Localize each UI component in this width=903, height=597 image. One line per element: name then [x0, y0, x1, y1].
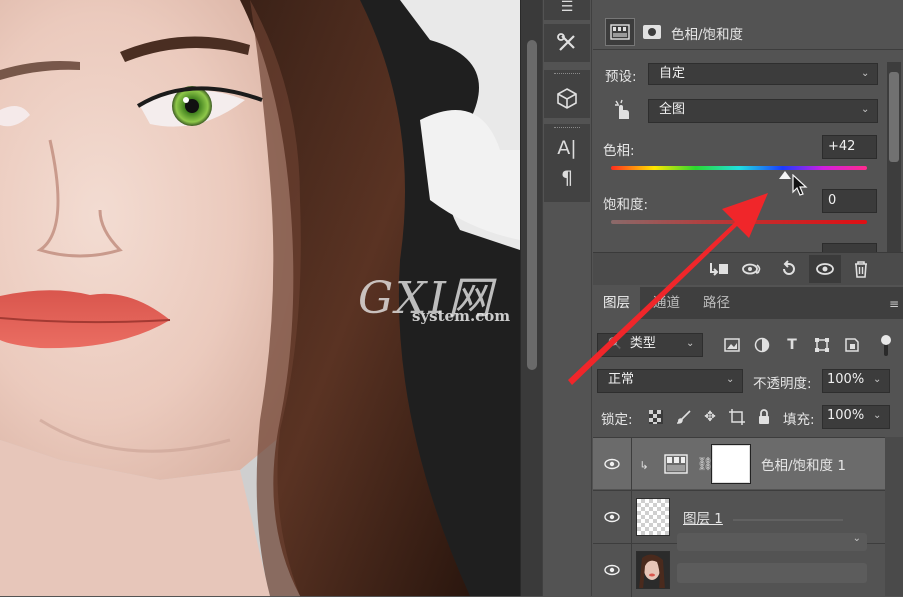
filter-kind-value: 类型	[629, 336, 656, 351]
properties-footer	[593, 252, 903, 285]
reset-icon[interactable]	[773, 255, 805, 283]
clip-to-layer-icon[interactable]	[703, 255, 735, 283]
panel-menu-icon[interactable]: ≡	[889, 297, 899, 311]
saturation-label: 饱和度:	[603, 197, 649, 213]
saturation-value-field[interactable]: 0	[822, 189, 877, 213]
type-filter-icon[interactable]: T	[781, 334, 803, 356]
hue-slider-track[interactable]	[611, 166, 867, 170]
opacity-value: 100%	[827, 372, 865, 387]
chevron-down-icon: ⌄	[873, 410, 882, 421]
filter-kind-dropdown[interactable]: 🔍 类型 ⌄	[597, 333, 703, 357]
chevron-down-icon: ⌄	[861, 68, 870, 79]
fill-value: 100%	[827, 408, 865, 423]
opacity-field[interactable]: 100% ⌄	[822, 369, 890, 393]
search-icon: 🔍	[608, 337, 622, 350]
fill-label: 填充:	[783, 412, 815, 428]
layers-panel: 图层 通道 路径 ≡ 🔍 类型 ⌄ T 正常 ⌄ 不透明度: 100% ⌄ 锁定…	[593, 287, 903, 597]
layer-name[interactable]: 色相/饱和度 1	[761, 454, 846, 474]
chevron-down-icon: ⌄	[686, 338, 695, 349]
lock-label: 锁定:	[601, 412, 633, 428]
layer-mask-thumbnail[interactable]	[711, 444, 751, 484]
photo-thumbnail	[636, 551, 670, 589]
toolgroup-top: ☰	[544, 0, 590, 20]
channel-dropdown[interactable]: 全图 ⌄	[648, 99, 878, 123]
lock-all-icon[interactable]	[753, 406, 775, 428]
hue-slider-handle[interactable]	[779, 170, 792, 180]
crossed-tools-icon[interactable]	[544, 24, 590, 62]
preset-dropdown[interactable]: 自定 ⌄	[648, 63, 878, 85]
layer-filter-row: 🔍 类型 ⌄ T	[593, 331, 903, 359]
canvas-vertical-scrollbar[interactable]	[520, 0, 542, 596]
lock-row: 锁定: ✥ 填充: 100% ⌄	[593, 403, 903, 431]
chevron-down-icon: ⌄	[852, 533, 861, 544]
blend-row: 正常 ⌄ 不透明度: 100% ⌄	[593, 367, 903, 395]
menu-icon[interactable]: ☰	[544, 0, 590, 15]
canvas-scroll-thumb[interactable]	[527, 40, 537, 370]
character-type-icon[interactable]: A|	[544, 133, 590, 163]
cube-3d-icon[interactable]	[544, 79, 590, 117]
toolgroup-type: A| ¶	[544, 124, 590, 202]
obscured-field: ⌄	[677, 533, 867, 551]
fill-field[interactable]: 100% ⌄	[822, 405, 890, 429]
hue-value-field[interactable]: +42	[822, 135, 877, 159]
image-canvas[interactable]: GXI网 system.com	[0, 0, 520, 596]
tab-layers[interactable]: 图层	[593, 287, 640, 319]
layer-row-underline	[733, 519, 843, 521]
portrait-photo	[0, 0, 520, 596]
obscured-field	[677, 563, 867, 583]
adjustment-filter-icon[interactable]	[751, 334, 773, 356]
lock-artboard-icon[interactable]	[726, 406, 748, 428]
tab-paths[interactable]: 路径	[693, 287, 740, 319]
layer-mask-icon[interactable]	[637, 18, 667, 46]
saturation-value: 0	[828, 193, 837, 208]
filter-toggle-switch[interactable]	[879, 334, 893, 358]
opacity-label: 不透明度:	[753, 376, 812, 392]
properties-scrollbar[interactable]	[887, 62, 901, 252]
blend-mode-dropdown[interactable]: 正常 ⌄	[597, 369, 743, 393]
layer-row-hue-saturation[interactable]: ↳ ⛓ 色相/饱和度 1	[593, 437, 885, 490]
properties-panel: 色相/饱和度 预设: 自定 ⌄ 全图 ⌄ 色相: +42 饱和度: 0	[593, 0, 903, 285]
lock-move-icon[interactable]: ✥	[699, 406, 721, 428]
layers-scrollbar[interactable]	[885, 437, 903, 596]
properties-header: 色相/饱和度	[593, 14, 903, 50]
clip-arrow-icon: ↳	[639, 458, 649, 472]
panel-dock-toolbar: ☰ A| ¶	[542, 0, 592, 596]
layer-name[interactable]: 图层 1	[683, 507, 723, 527]
preset-value: 自定	[659, 66, 686, 81]
channel-value: 全图	[659, 102, 686, 117]
toggle-visibility-icon[interactable]	[809, 255, 841, 283]
hue-label: 色相:	[603, 143, 635, 159]
eye-icon[interactable]	[601, 559, 623, 581]
eye-icon[interactable]	[601, 453, 623, 475]
hand-adjust-icon[interactable]	[607, 96, 637, 124]
lock-transparent-icon[interactable]	[645, 406, 667, 428]
chevron-down-icon: ⌄	[861, 104, 870, 115]
trash-icon[interactable]	[845, 255, 877, 283]
chevron-down-icon: ⌄	[726, 374, 735, 385]
shape-filter-icon[interactable]	[811, 334, 833, 356]
lightness-value-field[interactable]	[822, 243, 877, 252]
lock-brush-icon[interactable]	[673, 406, 695, 428]
tab-channels[interactable]: 通道	[643, 287, 690, 319]
layer-thumbnail	[636, 498, 670, 536]
adjustment-layer-icon[interactable]	[605, 18, 635, 46]
adjustment-thumb-icon	[664, 454, 688, 474]
paragraph-icon[interactable]: ¶	[544, 163, 590, 193]
smart-object-filter-icon[interactable]	[841, 334, 863, 356]
properties-scroll-thumb[interactable]	[889, 72, 899, 162]
blend-mode-value: 正常	[608, 372, 635, 387]
view-previous-state-icon[interactable]	[737, 255, 769, 283]
toolgroup-tools	[544, 24, 590, 62]
saturation-slider-track[interactable]	[611, 220, 867, 224]
layers-tabbar: 图层 通道 路径 ≡	[593, 287, 903, 319]
eye-icon[interactable]	[601, 506, 623, 528]
properties-title: 色相/饱和度	[671, 27, 744, 43]
toolgroup-3d	[544, 70, 590, 118]
preset-label: 预设:	[605, 69, 637, 85]
hue-value: +42	[828, 139, 856, 154]
chevron-down-icon: ⌄	[873, 374, 882, 385]
pixel-layer-filter-icon[interactable]	[721, 334, 743, 356]
